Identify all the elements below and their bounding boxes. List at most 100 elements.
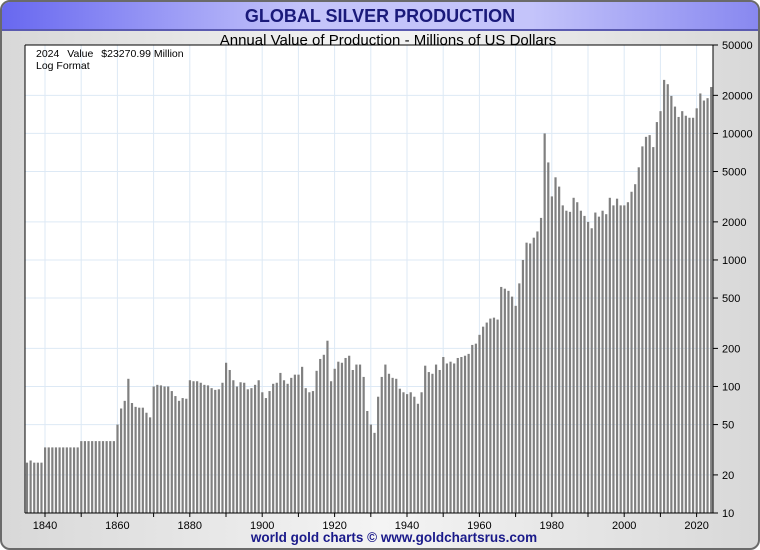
bar-1982 [558, 186, 561, 513]
bar-1980 [550, 196, 553, 513]
bar-1901 [264, 398, 268, 513]
bar-1889 [221, 382, 224, 513]
bar-1839 [40, 462, 43, 513]
bar-1921 [337, 361, 340, 513]
bar-1914 [311, 391, 315, 513]
bar-1855 [98, 441, 101, 513]
bar-1845 [62, 447, 65, 513]
bar-1908 [290, 377, 293, 513]
y-tick-label: 20000 [722, 90, 753, 102]
x-tick-label: 2000 [612, 520, 636, 532]
bar-2020 [695, 108, 698, 513]
bar-2023 [706, 98, 709, 513]
bar-1885 [206, 385, 210, 513]
bar-1943 [416, 403, 420, 513]
bar-1933 [380, 376, 383, 513]
bar-1925 [351, 369, 354, 513]
bar-1940 [406, 394, 409, 513]
bar-1858 [109, 441, 112, 513]
bar-1899 [257, 380, 260, 513]
bar-1957 [467, 353, 470, 513]
bar-1849 [76, 447, 79, 513]
bar-1984 [565, 210, 568, 513]
bar-1975 [532, 237, 535, 513]
bar-1924 [348, 355, 351, 513]
annotation-year: 2024 [36, 48, 60, 60]
bar-1909 [293, 374, 296, 513]
bar-1948 [434, 364, 438, 513]
bar-2001 [626, 202, 630, 513]
bar-2019 [691, 117, 695, 513]
bar-1991 [590, 228, 593, 514]
y-tick-label: 50000 [722, 40, 753, 52]
bar-1986 [572, 197, 575, 513]
bar-1891 [228, 369, 231, 513]
y-tick-label: 10000 [722, 128, 753, 140]
bar-1860 [116, 424, 119, 513]
bar-1963 [489, 318, 492, 513]
bar-1929 [366, 411, 369, 513]
chart: 10 20 50 100 200 500 1000 2000 5000 10000 20000 500… [24, 32, 753, 545]
bar-2010 [659, 111, 662, 513]
bar-1883 [199, 382, 202, 513]
bar-1965 [496, 319, 499, 513]
bar-1916 [319, 358, 322, 513]
bar-1875 [170, 391, 173, 513]
bar-1951 [445, 363, 449, 513]
bar-1947 [431, 373, 434, 513]
scale-note: Log Format [36, 60, 90, 72]
bar-2000 [623, 205, 626, 513]
bar-1877 [177, 400, 181, 513]
bar-1989 [583, 215, 586, 513]
bar-1956 [463, 355, 467, 513]
bar-1941 [409, 392, 412, 513]
bar-1888 [217, 389, 220, 513]
bar-1911 [301, 366, 304, 513]
annotation-value: $23270.99 Million [101, 48, 183, 60]
bar-1864 [130, 403, 134, 513]
bar-1919 [329, 381, 333, 513]
bar-2009 [655, 122, 658, 513]
bar-1955 [460, 356, 463, 513]
bar-1844 [58, 447, 61, 513]
bar-2006 [644, 136, 648, 514]
bar-1966 [500, 286, 503, 513]
bar-2011 [663, 79, 666, 514]
bar-2007 [648, 135, 651, 514]
bar-1960 [478, 334, 481, 513]
bar-1950 [442, 356, 445, 513]
bar-1856 [101, 441, 105, 513]
bar-1992 [594, 212, 597, 513]
bar-1937 [395, 378, 398, 513]
bar-1854 [94, 441, 97, 513]
bar-1972 [521, 259, 525, 513]
bar-1836 [29, 460, 32, 513]
bar-1990 [587, 221, 590, 513]
bar-1840 [44, 447, 47, 513]
bar-1935 [387, 373, 391, 513]
bar-2005 [641, 146, 644, 513]
y-tick-label: 100 [722, 381, 740, 393]
bar-1906 [282, 380, 286, 513]
bar-1910 [297, 374, 300, 513]
x-tick-label: 1980 [540, 520, 564, 532]
bar-1994 [601, 210, 604, 513]
bar-1892 [232, 380, 235, 513]
bar-1959 [474, 343, 477, 513]
bar-1879 [185, 398, 188, 513]
bar-1895 [243, 382, 246, 513]
bar-2024 [710, 87, 713, 513]
bar-2016 [681, 111, 684, 513]
bar-1998 [615, 198, 619, 514]
bar-1981 [554, 177, 557, 513]
bar-1874 [167, 386, 170, 513]
bar-1886 [210, 388, 213, 513]
bar-1881 [192, 381, 195, 513]
bar-1897 [250, 388, 253, 513]
bar-1979 [547, 162, 550, 514]
bar-1962 [485, 322, 488, 513]
bar-1852 [87, 441, 90, 513]
y-tick-label: 2000 [722, 217, 746, 229]
bar-2015 [677, 116, 680, 513]
bar-1978 [543, 133, 546, 513]
